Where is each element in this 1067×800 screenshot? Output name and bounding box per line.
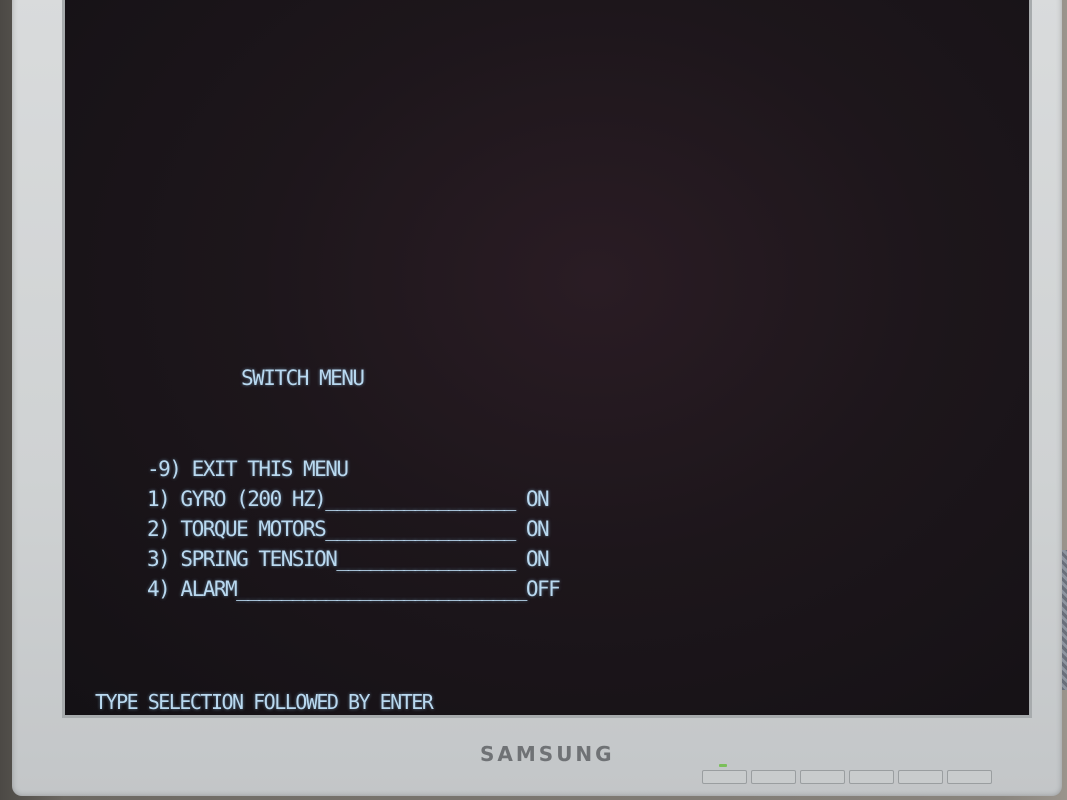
monitor-button-icon[interactable] [800,770,845,784]
monitor-bezel: SWITCH MENU -9) EXIT THIS MENU 1) GYRO (… [12,0,1062,796]
menu-item-gyro[interactable]: 1) GYRO (200 HZ)_________________ ON [147,486,550,512]
power-button-icon[interactable] [947,770,992,784]
monitor-button-icon[interactable] [702,770,747,784]
monitor-button-icon[interactable] [898,770,943,784]
monitor-buttons [702,770,992,784]
monitor-button-icon[interactable] [849,770,894,784]
menu-item-spring-tension[interactable]: 3) SPRING TENSION________________ ON [147,546,550,572]
brand-logo: SAMSUNG [480,742,615,766]
menu-item-alarm[interactable]: 4) ALARM__________________________OFF [147,576,561,602]
power-led-icon [719,764,727,767]
menu-title: SWITCH MENU [241,366,365,390]
monitor-screen: SWITCH MENU -9) EXIT THIS MENU 1) GYRO (… [62,0,1032,718]
menu-item-torque-motors[interactable]: 2) TORQUE MOTORS_________________ ON [147,516,550,542]
terminal: SWITCH MENU -9) EXIT THIS MENU 1) GYRO (… [65,0,1029,715]
input-prompt: TYPE SELECTION FOLLOWED BY ENTER [95,690,434,714]
monitor-button-icon[interactable] [751,770,796,784]
menu-item-exit[interactable]: -9) EXIT THIS MENU [147,456,349,482]
